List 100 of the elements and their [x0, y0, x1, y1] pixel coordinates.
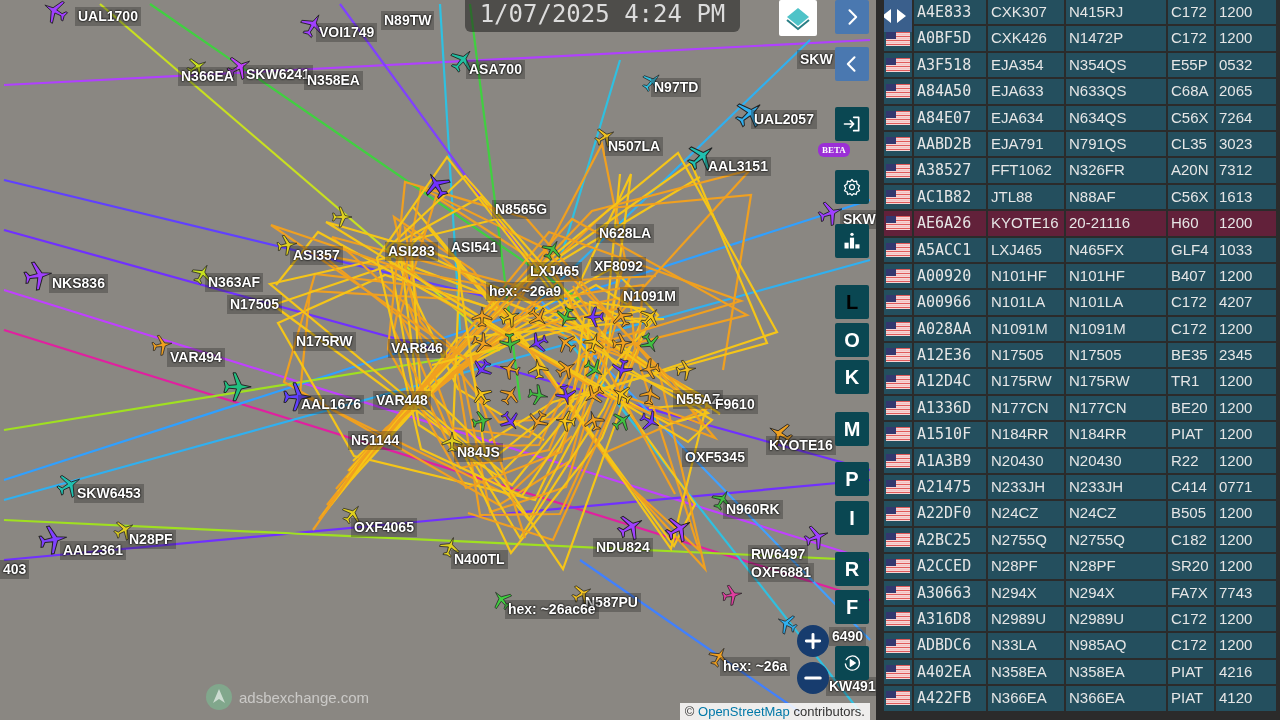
flight-label: N97TD [651, 78, 702, 97]
table-cell: N28PF [988, 554, 1064, 579]
table-cell: N177CN [1066, 395, 1166, 421]
table-cell: A20N [1168, 158, 1214, 183]
table-cell: A38527 [914, 158, 986, 183]
airplane-icon[interactable] [639, 410, 660, 430]
airplane-icon[interactable] [555, 360, 575, 380]
table-cell: A402EA [914, 659, 986, 685]
map-source-link[interactable]: OpenStreetMap [698, 704, 790, 719]
airplane-icon[interactable] [191, 265, 211, 285]
airplane-icon[interactable] [473, 386, 493, 406]
table-cell: EJA633 [988, 79, 1064, 104]
flight-label: hex: ~26a [720, 657, 791, 676]
table-cell: JTL88 [988, 184, 1064, 210]
toggle-button[interactable]: K [835, 360, 869, 394]
table-cell: 1200 [1216, 607, 1276, 632]
toggle-button[interactable]: O [835, 323, 869, 357]
table-cell: 1200 [1216, 448, 1276, 474]
table-cell: 20-21116 [1066, 211, 1166, 236]
us-flag-icon [886, 348, 910, 363]
toggle-button[interactable]: R [835, 552, 869, 586]
table-cell: N633QS [1066, 79, 1166, 104]
flight-label: VAR846 [388, 339, 446, 358]
table-cell: N101LA [1066, 290, 1166, 315]
toggle-button[interactable]: M [835, 412, 869, 446]
table-cell: 7743 [1216, 580, 1276, 605]
toggle-button[interactable]: I [835, 501, 869, 535]
zoom-in-button[interactable] [797, 625, 829, 657]
collapse-button[interactable] [835, 47, 869, 81]
table-cell: FA7X [1168, 580, 1214, 605]
flight-label: ASA700 [466, 60, 525, 79]
us-flag-icon [886, 638, 910, 653]
airplane-icon[interactable] [664, 517, 691, 543]
settings-button[interactable] [835, 170, 869, 204]
us-flag-icon [886, 84, 910, 99]
flight-label: N28PF [126, 530, 176, 549]
table-cell: N2755Q [1066, 527, 1166, 553]
airplane-icon[interactable] [223, 372, 252, 402]
left-right-arrows-icon [884, 8, 908, 24]
flight-label: N363AF [205, 273, 264, 292]
airplane-icon[interactable] [612, 358, 633, 380]
settings-icon [842, 177, 862, 197]
airplane-icon[interactable] [529, 410, 549, 430]
table-cell: N184RR [988, 422, 1064, 447]
airplane-icon[interactable] [613, 307, 633, 328]
table-cell: A21475 [914, 475, 986, 500]
us-flag-icon [886, 612, 910, 627]
expand-button[interactable] [835, 0, 869, 34]
flight-label: 403 [0, 560, 30, 579]
login-button[interactable] [835, 107, 869, 141]
table-cell: AC1B82 [914, 184, 986, 210]
table-cell: 1200 [1216, 263, 1276, 289]
panel-toggle-button[interactable] [884, 0, 912, 32]
table-cell: AE6A26 [914, 211, 986, 236]
table-cell: 7264 [1216, 105, 1276, 130]
flight-label: LXJ465 [527, 262, 583, 281]
airplane-icon[interactable] [425, 173, 451, 200]
flight-label: XF8092 [591, 257, 647, 276]
flight-label: AAL1676 [298, 395, 364, 414]
table-cell: N415RJ [1066, 0, 1166, 25]
airplane-icon[interactable] [528, 332, 549, 352]
table-cell: N465FX [1066, 237, 1166, 262]
us-flag-icon [886, 453, 910, 468]
table-cell: KYOTE16 [988, 211, 1064, 236]
table-cell: A3F518 [914, 52, 986, 78]
table-cell: C172 [1168, 0, 1214, 25]
toggle-button[interactable]: F [835, 590, 869, 624]
table-cell: FFT1062 [988, 158, 1064, 183]
airplane-icon[interactable] [541, 241, 561, 261]
bar-chart-icon [842, 231, 862, 251]
airplane-icon[interactable] [499, 410, 518, 430]
table-cell: N294X [1066, 580, 1166, 605]
flight-label: hex: ~26a9 [486, 282, 564, 301]
layers-button[interactable] [779, 0, 817, 36]
flight-label: N175RW [293, 332, 356, 351]
airplane-icon[interactable] [639, 332, 659, 353]
replay-button[interactable] [835, 646, 869, 680]
airplane-icon[interactable] [555, 384, 576, 406]
airplane-icon[interactable] [556, 306, 577, 327]
table-cell: 0532 [1216, 52, 1276, 78]
airplane-icon[interactable] [584, 411, 605, 432]
us-flag-icon [886, 110, 910, 125]
airplane-icon[interactable] [611, 413, 631, 431]
flight-label: SKW [797, 50, 836, 69]
table-cell: N354QS [1066, 52, 1166, 78]
table-cell: A22DF0 [914, 501, 986, 526]
table-cell: N358EA [1066, 659, 1166, 685]
airplane-icon[interactable] [474, 358, 493, 378]
table-cell: N24CZ [988, 501, 1064, 526]
table-cell: N24CZ [1066, 501, 1166, 526]
minus-icon [804, 676, 822, 680]
toggle-button[interactable]: P [835, 462, 869, 496]
zoom-out-button[interactable] [797, 662, 829, 694]
replay-icon [842, 653, 862, 673]
table-cell: A0BF5D [914, 26, 986, 51]
table-cell: 1033 [1216, 237, 1276, 262]
flight-label: N400TL [451, 550, 508, 569]
table-cell: 7312 [1216, 158, 1276, 183]
stats-button[interactable] [835, 224, 869, 258]
airplane-icon[interactable] [583, 306, 604, 328]
